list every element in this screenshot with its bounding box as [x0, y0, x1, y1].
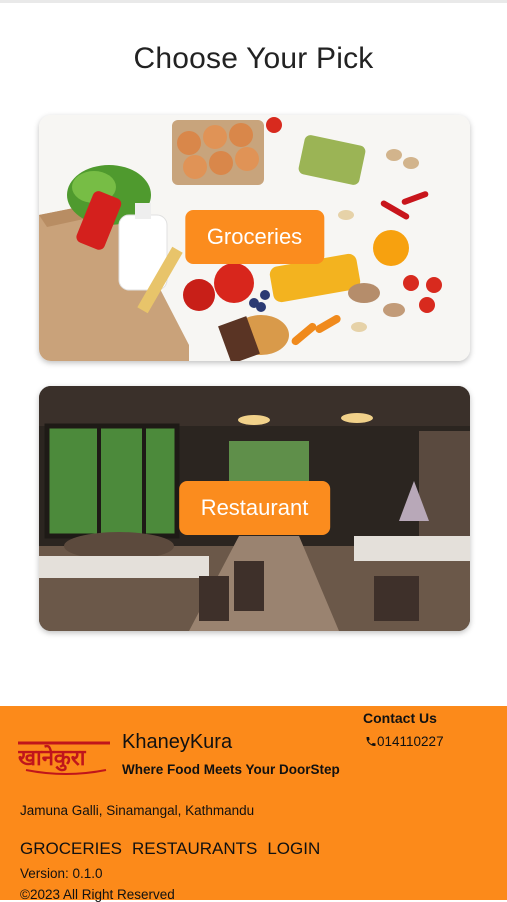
- contact-phone[interactable]: 014110227: [365, 734, 444, 749]
- footer-nav: GROCERIES RESTAURANTS LOGIN: [20, 839, 320, 859]
- groceries-button[interactable]: Groceries: [184, 210, 325, 264]
- logo[interactable]: खानेकुरा: [17, 732, 114, 781]
- restaurant-card[interactable]: Restaurant: [39, 386, 470, 631]
- logo-text: खानेकुरा: [18, 744, 87, 772]
- footer-link-login[interactable]: LOGIN: [267, 839, 320, 859]
- footer-link-restaurants[interactable]: RESTAURANTS: [132, 839, 257, 859]
- phone-number[interactable]: 014110227: [377, 734, 444, 749]
- phone-icon: [366, 737, 376, 746]
- top-divider: [0, 0, 507, 3]
- version-text: Version: 0.1.0: [20, 866, 103, 881]
- page-title: Choose Your Pick: [133, 42, 374, 75]
- footer: खानेकुरा KhaneyKura Where Food Meets You…: [0, 706, 507, 902]
- restaurant-button[interactable]: Restaurant: [178, 481, 331, 535]
- contact-heading: Contact Us: [363, 710, 437, 726]
- tagline: Where Food Meets Your DoorStep: [122, 762, 340, 777]
- address: Jamuna Galli, Sinamangal, Kathmandu: [20, 803, 255, 818]
- groceries-card[interactable]: Groceries: [39, 115, 470, 361]
- footer-link-groceries[interactable]: GROCERIES: [20, 839, 122, 859]
- brand-name: KhaneyKura: [122, 731, 233, 753]
